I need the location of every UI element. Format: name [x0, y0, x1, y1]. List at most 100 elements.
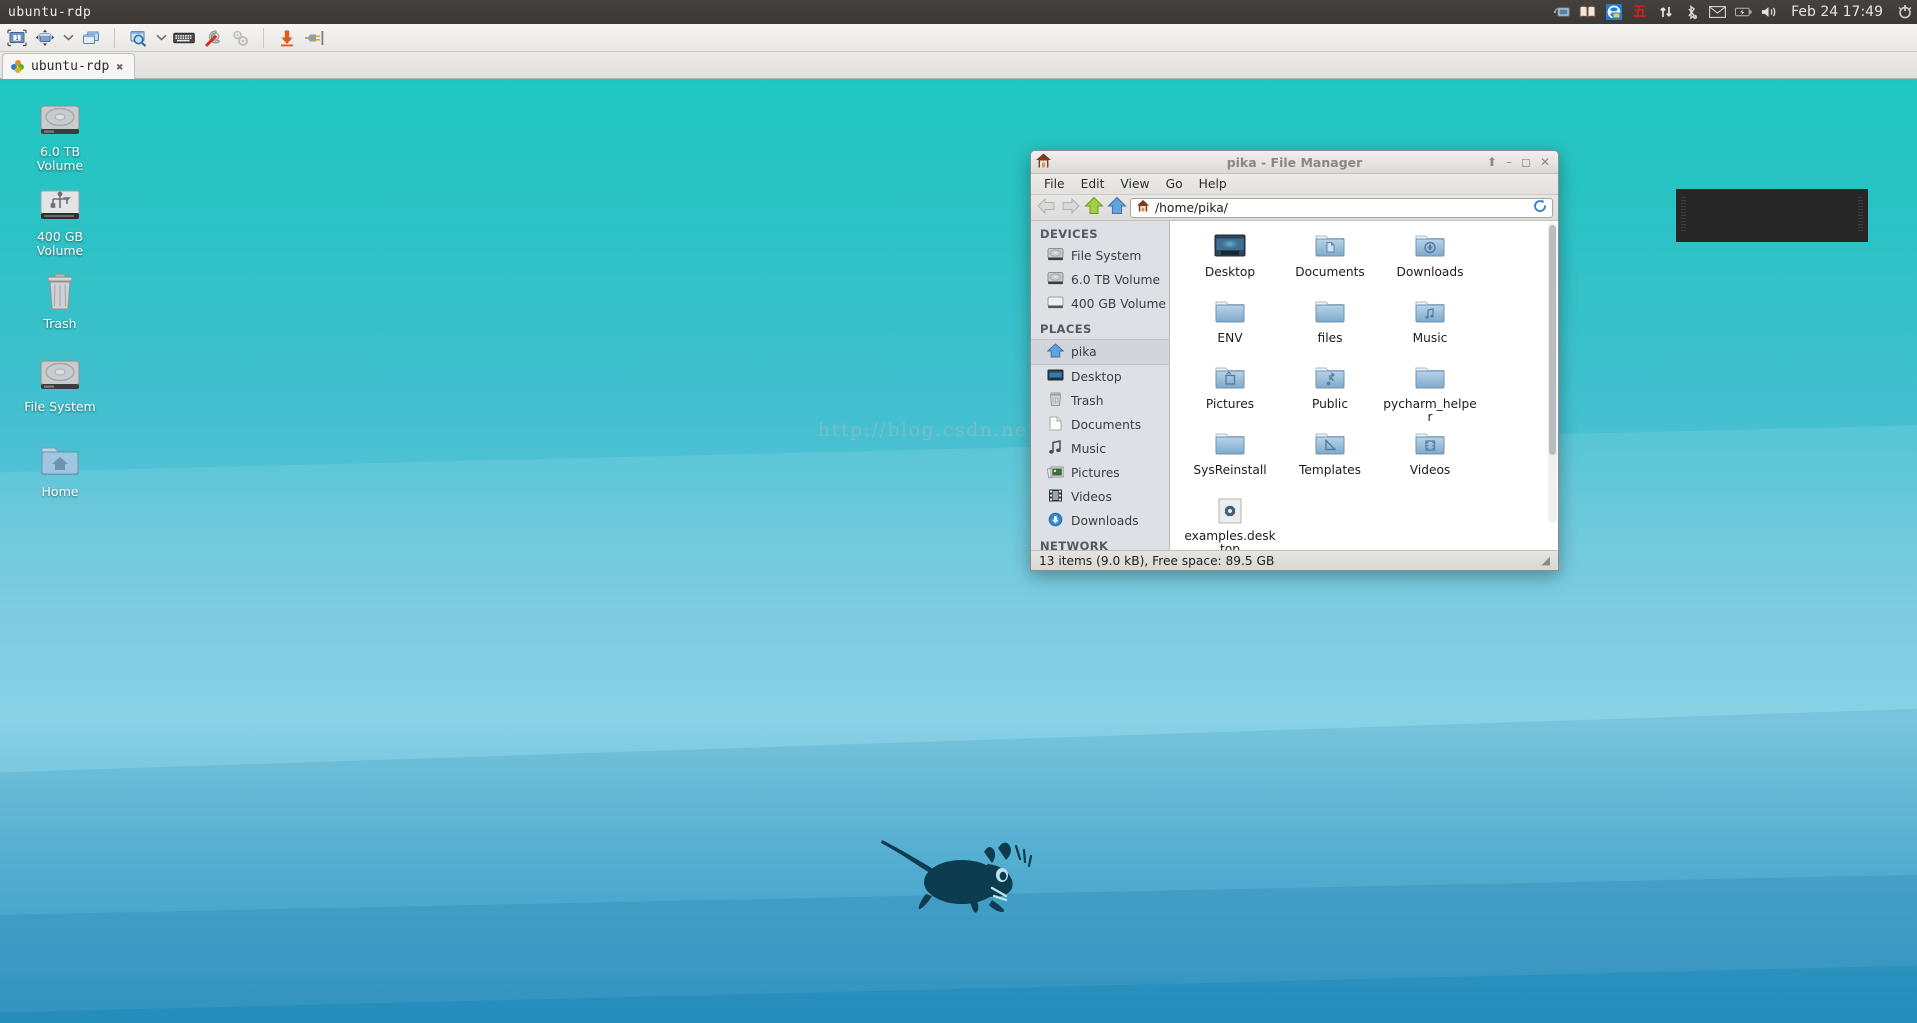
path-entry[interactable]: /home/pika/: [1130, 197, 1553, 218]
file-item-pictures[interactable]: Pictures: [1180, 361, 1280, 425]
file-item-label: Public: [1311, 397, 1349, 411]
toolbar-separator-2: [263, 27, 264, 48]
desktop-icon-file-system[interactable]: File System: [12, 356, 108, 414]
desktop-icon-home[interactable]: Home: [12, 441, 108, 499]
back-arrow-icon[interactable]: [1036, 197, 1057, 219]
dictionary-icon[interactable]: [1579, 4, 1596, 21]
desktop-icon: [1047, 368, 1064, 386]
sidebar-item-6tb-volume[interactable]: 6.0 TB Volume: [1031, 268, 1169, 292]
teamviewer-icon[interactable]: [1605, 4, 1622, 21]
resize-grip[interactable]: ◢: [1542, 554, 1550, 567]
file-item-label: examples.desktop: [1184, 529, 1276, 551]
menu-help[interactable]: Help: [1192, 176, 1234, 192]
file-item-templates[interactable]: Templates: [1280, 427, 1380, 491]
desktop-icon-trash[interactable]: Trash: [12, 271, 108, 331]
battery-icon[interactable]: [1735, 4, 1752, 21]
bluetooth-icon[interactable]: [1683, 4, 1700, 21]
tab-ubuntu-rdp[interactable]: ubuntu-rdp ✖: [2, 53, 135, 79]
sidebar-item-trash[interactable]: Trash: [1031, 389, 1169, 413]
file-item-pycharm-helper[interactable]: pycharm_helper: [1380, 361, 1480, 425]
sidebar-item-label: Trash: [1071, 394, 1104, 408]
screen-select-button[interactable]: 1: [4, 26, 30, 50]
resize-window-button[interactable]: [32, 26, 58, 50]
file-item-label: Downloads: [1396, 265, 1464, 279]
sidebar-item-pictures[interactable]: Pictures: [1031, 461, 1169, 485]
hard-disk-icon: [40, 360, 80, 389]
file-manager-titlebar[interactable]: pika - File Manager ⬆ – ◻ ✕: [1031, 151, 1558, 174]
resize-dropdown-caret[interactable]: [60, 26, 76, 50]
desktop-area[interactable]: http://blog.csdn.net/pipisorry 6.0 TB Vo…: [0, 79, 1917, 1023]
sidebar-item-400gb-volume[interactable]: 400 GB Volume: [1031, 292, 1169, 316]
file-manager-window[interactable]: pika - File Manager ⬆ – ◻ ✕ File Edit Vi…: [1030, 150, 1559, 571]
file-item-examples-desktop[interactable]: examples.desktop: [1180, 493, 1280, 550]
file-list-pane[interactable]: Desktop Documents Downloads ENV files Mu…: [1170, 221, 1558, 550]
status-text: 13 items (9.0 kB), Free space: 89.5 GB: [1039, 553, 1275, 568]
sidebar-item-documents[interactable]: Documents: [1031, 413, 1169, 437]
vertical-scrollbar[interactable]: [1548, 223, 1557, 523]
file-item-documents[interactable]: Documents: [1280, 229, 1380, 293]
file-item-videos[interactable]: Videos: [1380, 427, 1480, 491]
videos-folder-icon: [1415, 433, 1445, 455]
multi-window-button[interactable]: [78, 26, 104, 50]
network-transfer-icon[interactable]: [1657, 4, 1674, 21]
settings-pen-button[interactable]: [199, 26, 225, 50]
close-button[interactable]: ✕: [1540, 156, 1550, 168]
fcitx-chinese-input-icon[interactable]: 五: [1631, 4, 1648, 21]
file-item-sysreinstall[interactable]: SysReinstall: [1180, 427, 1280, 491]
desktop-icon-400gb-volume[interactable]: 400 GB Volume: [12, 186, 108, 258]
file-item-desktop[interactable]: Desktop: [1180, 229, 1280, 293]
mail-icon[interactable]: [1709, 4, 1727, 21]
folder-icon: [1215, 301, 1245, 323]
sidebar-item-label: Documents: [1071, 418, 1142, 432]
shade-button[interactable]: ⬆: [1487, 156, 1497, 168]
file-item-files[interactable]: files: [1280, 295, 1380, 359]
window-buttons: ⬆ – ◻ ✕: [1487, 156, 1558, 168]
sidebar-item-pika[interactable]: pika: [1031, 339, 1169, 365]
sidebar-item-music[interactable]: Music: [1031, 437, 1169, 461]
reload-icon[interactable]: [1533, 199, 1547, 217]
zoom-view-button[interactable]: [125, 26, 151, 50]
menu-view[interactable]: View: [1113, 176, 1156, 192]
file-item-label: Desktop: [1204, 265, 1256, 279]
zoom-dropdown-caret[interactable]: [153, 26, 169, 50]
tab-close-icon[interactable]: ✖: [116, 60, 123, 74]
home-button-icon[interactable]: [1107, 196, 1127, 219]
scrollbar-thumb[interactable]: [1549, 225, 1556, 455]
minimize-button[interactable]: –: [1506, 156, 1512, 168]
up-arrow-icon[interactable]: [1084, 196, 1104, 219]
menu-file[interactable]: File: [1037, 176, 1072, 192]
sidebar-item-file-system[interactable]: File System: [1031, 244, 1169, 268]
system-tray: 五 Feb 24 17:49: [1553, 0, 1913, 24]
hard-disk-icon: [40, 105, 80, 134]
power-gear-icon[interactable]: [1896, 4, 1913, 21]
preferences-gears-button[interactable]: [227, 26, 253, 50]
sidebar-item-desktop[interactable]: Desktop: [1031, 365, 1169, 389]
sidebar-places-header: PLACES: [1040, 322, 1092, 336]
file-item-downloads[interactable]: Downloads: [1380, 229, 1480, 293]
forward-arrow-icon[interactable]: [1060, 197, 1081, 219]
menu-go[interactable]: Go: [1159, 176, 1190, 192]
sidebar-item-label: 6.0 TB Volume: [1071, 273, 1161, 287]
file-manager-sidebar[interactable]: DEVICES File System 6.0 TB Volume 400 GB…: [1031, 221, 1170, 550]
download-icon: [1047, 512, 1064, 530]
desktop-icon-6tb-volume[interactable]: 6.0 TB Volume: [12, 101, 108, 173]
sidebar-item-downloads[interactable]: Downloads: [1031, 509, 1169, 533]
download-button[interactable]: [274, 26, 300, 50]
document-icon: [1047, 416, 1064, 434]
file-item-env[interactable]: ENV: [1180, 295, 1280, 359]
sidebar-item-videos[interactable]: Videos: [1031, 485, 1169, 509]
hidden-panel[interactable]: [1676, 189, 1868, 242]
sidebar-item-label: pika: [1071, 345, 1097, 359]
menu-edit[interactable]: Edit: [1074, 176, 1112, 192]
keyboard-button[interactable]: [171, 26, 197, 50]
file-item-label: files: [1317, 331, 1343, 345]
toolbar-separator: [114, 27, 115, 48]
file-item-music[interactable]: Music: [1380, 295, 1480, 359]
maximize-button[interactable]: ◻: [1521, 156, 1531, 168]
volume-icon[interactable]: [1761, 4, 1778, 21]
usb-drive-icon: [40, 190, 80, 219]
remote-desktop-icon[interactable]: [1553, 4, 1570, 21]
sidebar-item-label: Downloads: [1071, 514, 1139, 528]
file-item-public[interactable]: Public: [1280, 361, 1380, 425]
disconnect-plug-button[interactable]: [302, 26, 328, 50]
